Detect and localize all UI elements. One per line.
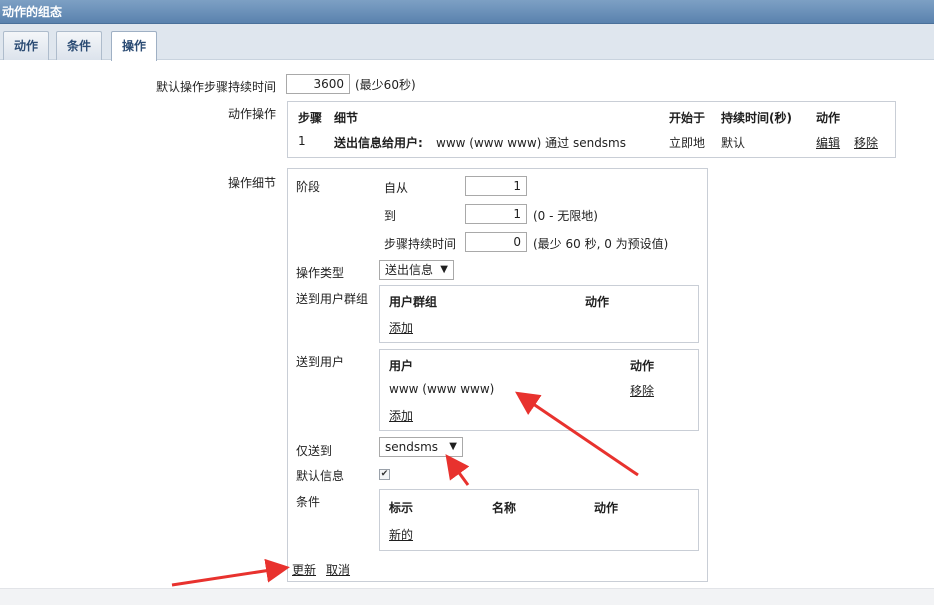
update-link[interactable]: 更新 xyxy=(292,561,316,578)
conditions-label: 条件 xyxy=(296,495,321,509)
action-ops-label: 动作操作 xyxy=(227,107,276,121)
users-add-link[interactable]: 添加 xyxy=(389,407,413,424)
cond-col-label: 标示 xyxy=(389,501,414,515)
op-details-label: 操作细节 xyxy=(227,176,276,190)
groups-col-action: 动作 xyxy=(585,295,610,309)
tab-bar: 动作 条件 操作 xyxy=(0,24,934,61)
tab-actions[interactable]: 动作 xyxy=(3,31,50,60)
page-footer xyxy=(0,588,934,605)
op-type-label: 操作类型 xyxy=(296,266,345,280)
user-name: www (www www) xyxy=(389,382,495,396)
groups-table: 用户群组 动作 添加 xyxy=(379,285,699,343)
conditions-table: 标示 名称 动作 新的 xyxy=(379,489,699,551)
col-duration: 持续时间(秒) xyxy=(721,111,792,125)
media-type-select[interactable]: sendsms ▼ xyxy=(379,437,463,457)
col-detail: 细节 xyxy=(334,111,359,125)
row-detail-text: www (www www) 通过 sendsms xyxy=(436,136,627,150)
users-table: 用户 动作 www (www www) 移除 添加 xyxy=(379,349,699,431)
op-type-value: 送出信息 xyxy=(385,263,434,277)
only-send-label: 仅送到 xyxy=(296,444,333,458)
to-label: 到 xyxy=(384,209,397,223)
cancel-link[interactable]: 取消 xyxy=(326,561,350,578)
users-col-user: 用户 xyxy=(389,359,414,373)
tab-operations[interactable]: 操作 xyxy=(111,31,158,61)
checkmark-icon: ✔ xyxy=(380,469,389,479)
stage-label: 阶段 xyxy=(296,180,321,194)
step-duration-hint: (最少 60 秒, 0 为预设值) xyxy=(533,237,669,251)
window-title: 动作的组态 xyxy=(0,0,934,24)
dropdown-arrow-icon: ▼ xyxy=(440,264,448,275)
from-input[interactable]: 1 xyxy=(465,176,527,196)
col-start: 开始于 xyxy=(669,111,706,125)
default-step-input[interactable]: 3600 xyxy=(286,74,350,94)
groups-add-link[interactable]: 添加 xyxy=(389,319,413,336)
user-remove-link[interactable]: 移除 xyxy=(630,382,654,399)
step-duration-label: 步骤持续时间 xyxy=(384,237,457,251)
from-label: 自从 xyxy=(384,181,409,195)
default-msg-label: 默认信息 xyxy=(296,469,345,483)
dropdown-arrow-icon: ▼ xyxy=(449,441,457,452)
media-type-value: sendsms xyxy=(385,440,439,454)
op-type-select[interactable]: 送出信息 ▼ xyxy=(379,260,454,280)
row-start: 立即地 xyxy=(669,136,706,150)
col-action: 动作 xyxy=(816,111,841,125)
default-step-label: 默认操作步骤持续时间 xyxy=(155,80,276,94)
cond-new-link[interactable]: 新的 xyxy=(389,526,413,543)
op-details-panel: 阶段 自从 1 到 1 (0 - 无限地) 步骤持续时间 0 (最少 60 秒,… xyxy=(287,168,708,582)
default-step-hint: (最少60秒) xyxy=(355,78,416,92)
row-step: 1 xyxy=(298,134,306,148)
cond-col-action: 动作 xyxy=(594,501,619,515)
remove-link[interactable]: 移除 xyxy=(854,134,878,151)
users-col-action: 动作 xyxy=(630,359,655,373)
groups-col-group: 用户群组 xyxy=(389,295,438,309)
cond-col-name: 名称 xyxy=(492,501,517,515)
to-hint: (0 - 无限地) xyxy=(533,209,598,223)
send-groups-label: 送到用户群组 xyxy=(296,292,369,306)
step-duration-input[interactable]: 0 xyxy=(465,232,527,252)
row-detail-prefix: 送出信息给用户: xyxy=(334,136,423,150)
to-input[interactable]: 1 xyxy=(465,204,527,224)
edit-link[interactable]: 编辑 xyxy=(816,134,840,151)
action-ops-table: 步骤 细节 开始于 持续时间(秒) 动作 1 送出信息给用户: www (www… xyxy=(287,101,896,158)
tab-conditions[interactable]: 条件 xyxy=(56,31,103,60)
row-duration: 默认 xyxy=(721,136,746,150)
send-users-label: 送到用户 xyxy=(296,355,345,369)
col-step: 步骤 xyxy=(298,111,323,125)
default-msg-checkbox[interactable]: ✔ xyxy=(379,469,390,480)
annotation-arrow-icon xyxy=(171,558,290,587)
